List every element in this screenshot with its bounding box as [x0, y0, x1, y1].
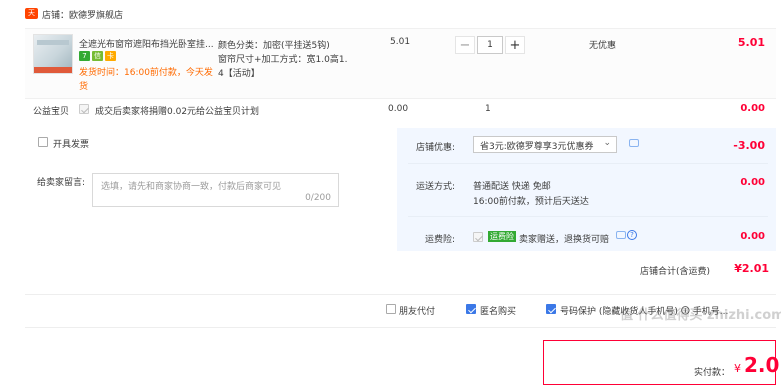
insurance-text: 卖家赠送，退换货可赔	[519, 235, 610, 245]
qty-plus-button[interactable]: +	[505, 36, 525, 54]
charity-checkbox	[79, 104, 89, 114]
insurance-checkbox	[473, 232, 483, 242]
shop-total-amount: ¥2.01	[734, 262, 769, 275]
divider	[408, 163, 768, 164]
pay-currency: ¥	[734, 362, 741, 375]
item-discount: 无优惠	[589, 41, 617, 51]
shop-total-label: 店铺合计(含运费)	[640, 267, 711, 277]
sku-activity: 4【活动】	[218, 69, 260, 79]
anonymous-checkbox[interactable]	[466, 304, 476, 314]
product-title[interactable]: 全遮光布窗帘遮阳布挡光卧室挂...	[79, 37, 214, 50]
charity-subtotal: 0.00	[740, 103, 765, 114]
tmall-shop-icon: 天猫	[25, 8, 38, 28]
shop-name[interactable]: 店铺：欧德罗旗舰店	[42, 8, 123, 21]
divider	[408, 216, 768, 217]
shipping-method: 普通配送 快递 免邮	[473, 182, 551, 192]
pay-amount: 2.01	[744, 353, 781, 377]
watermark: 值 什么值得买 zhizhi.com	[620, 300, 781, 324]
chat-bubble-icon[interactable]	[629, 139, 639, 147]
charity-qty: 1	[485, 104, 491, 114]
privacy-checkbox[interactable]	[546, 304, 556, 314]
insurance-tag: 运费险	[488, 231, 516, 242]
invoice-label[interactable]: 开具发票	[53, 137, 89, 150]
shipping-label: 运送方式:	[416, 182, 456, 192]
charity-text: 成交后卖家将捐赠0.02元给公益宝贝计划	[95, 107, 260, 117]
friend-pay-checkbox[interactable]	[386, 304, 396, 314]
product-badges: 7 信 卡	[79, 51, 116, 61]
payment-summary-box: 实付款： ¥ 2.01	[543, 340, 781, 385]
invoice-checkbox[interactable]	[38, 137, 48, 147]
insurance-amount: 0.00	[740, 231, 765, 242]
coupon-select[interactable]: 省3元:欧德罗尊享3元优惠券 ⌄	[473, 136, 617, 153]
shipping-note: 16:00前付款，预计后天送达	[473, 197, 589, 207]
watermark-text: 值 什么值得买 zhizhi.com	[620, 308, 781, 323]
item-subtotal: 5.01	[737, 36, 765, 49]
charity-price: 0.00	[388, 104, 409, 114]
chat-bubble-icon[interactable]	[616, 231, 626, 239]
help-icon[interactable]: ?	[627, 230, 637, 240]
qty-input[interactable]: 1	[477, 36, 503, 54]
unit-price: 5.01	[390, 37, 411, 47]
friend-pay-label[interactable]: 朋友代付	[399, 304, 435, 317]
message-counter: 0/200	[305, 193, 331, 203]
pay-label: 实付款：	[694, 368, 731, 378]
order-item-row: 全遮光布窗帘遮阳布挡光卧室挂... 7 信 卡 发货时间：16:00前付款，今天…	[25, 28, 776, 99]
message-placeholder: 选填，请先和商家协商一致，付款后商家可见	[101, 182, 282, 192]
coupon-amount: -3.00	[733, 139, 765, 152]
ship-time-line1: 发货时间：16:00前付款，今天发	[79, 68, 213, 78]
coupon-label: 店铺优惠:	[416, 143, 456, 153]
charity-label: 公益宝贝	[33, 107, 70, 117]
sku-size: 窗帘尺寸+加工方式：宽1.0高1.	[218, 55, 348, 65]
sku-color: 颜色分类：加密(平挂送5钩)	[218, 41, 330, 51]
seven-day-return-icon: 7	[79, 51, 90, 61]
seller-message-input[interactable]: 选填，请先和商家协商一致，付款后商家可见 0/200	[92, 173, 339, 207]
insurance-label: 运费险:	[425, 235, 456, 245]
message-label: 给卖家留言:	[37, 178, 86, 188]
coupon-selected: 省3元:欧德罗尊享3元优惠券	[480, 142, 594, 152]
shipping-amount: 0.00	[740, 177, 765, 188]
card-payment-icon: 卡	[105, 51, 116, 61]
qty-minus-button[interactable]: −	[455, 36, 475, 54]
anonymous-label[interactable]: 匿名购买	[480, 304, 516, 317]
ship-time-line2: 货	[79, 82, 89, 92]
credit-icon: 信	[92, 51, 103, 61]
chevron-down-icon: ⌄	[603, 138, 611, 148]
product-thumbnail[interactable]	[33, 34, 73, 74]
